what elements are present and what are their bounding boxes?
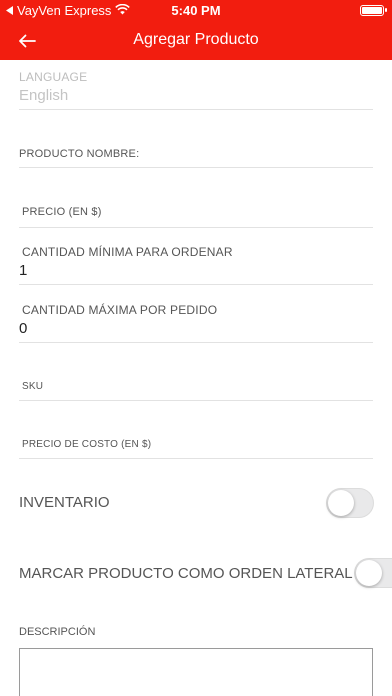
language-value: English	[19, 87, 69, 104]
max-quantity-value: 0	[19, 320, 28, 337]
min-quantity-field[interactable]: CANTIDAD MÍNIMA PARA ORDENAR 1	[19, 245, 373, 285]
cost-price-label: PRECIO DE COSTO (EN $)	[22, 439, 152, 450]
status-time: 5:40 PM	[171, 3, 221, 18]
sku-label: SKU	[22, 381, 44, 392]
price-field[interactable]: PRECIO (EN $)	[19, 206, 373, 228]
battery-icon	[360, 5, 387, 16]
side-order-toggle[interactable]	[354, 558, 392, 588]
toggle-knob	[328, 490, 354, 516]
language-field[interactable]: LANGUAGE English	[19, 70, 373, 110]
side-order-label: MARCAR PRODUCTO COMO ORDEN LATERAL	[19, 565, 353, 582]
price-label: PRECIO (EN $)	[22, 206, 102, 218]
inventory-label: INVENTARIO	[19, 494, 110, 511]
page-title: Agregar Producto	[133, 31, 259, 48]
status-bar: VayVen Express 5:40 PM	[0, 0, 392, 22]
cost-price-field[interactable]: PRECIO DE COSTO (EN $)	[19, 439, 373, 459]
toggle-knob	[356, 560, 382, 586]
app-bar: Agregar Producto	[0, 22, 392, 60]
product-name-label: PRODUCTO NOMBRE:	[19, 148, 140, 160]
description-label: DESCRIPCIÓN	[19, 626, 96, 638]
min-quantity-value: 1	[19, 262, 28, 279]
sku-field[interactable]: SKU	[19, 381, 373, 401]
max-quantity-label: CANTIDAD MÁXIMA POR PEDIDO	[22, 303, 218, 317]
description-textarea[interactable]	[19, 648, 373, 696]
min-quantity-label: CANTIDAD MÍNIMA PARA ORDENAR	[22, 245, 233, 259]
max-quantity-field[interactable]: CANTIDAD MÁXIMA POR PEDIDO 0	[19, 303, 373, 343]
product-name-field[interactable]: PRODUCTO NOMBRE:	[19, 148, 373, 168]
inventory-toggle[interactable]	[326, 488, 374, 518]
language-label: LANGUAGE	[19, 70, 88, 84]
